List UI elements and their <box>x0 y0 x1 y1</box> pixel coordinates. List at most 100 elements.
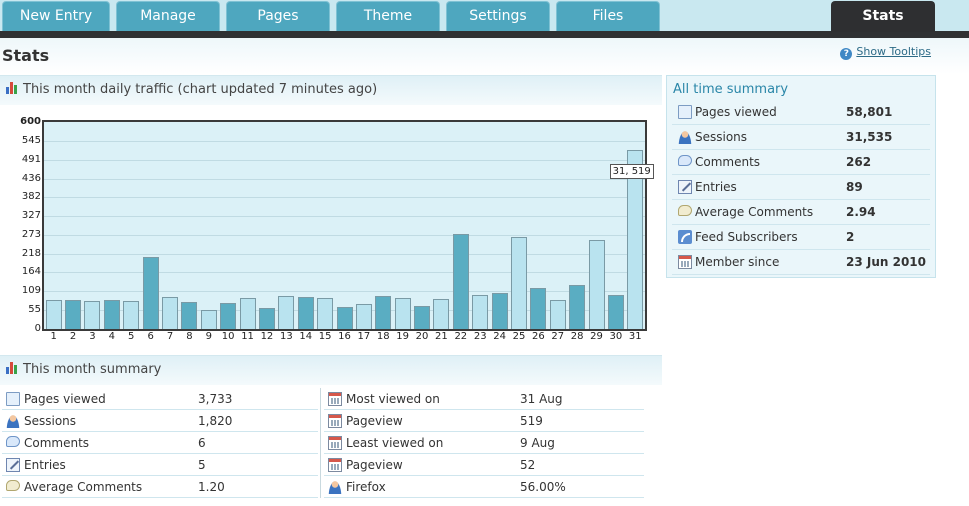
x-tick-label: 5 <box>128 331 135 342</box>
bar-day-26[interactable] <box>530 287 547 329</box>
bar-day-27[interactable] <box>549 299 566 329</box>
gridline <box>44 216 645 218</box>
bar-day-8[interactable] <box>181 302 198 329</box>
person-icon <box>678 130 692 144</box>
bar-day-16[interactable] <box>336 306 353 329</box>
y-tick-label: 327 <box>21 210 41 222</box>
gridline <box>44 234 645 236</box>
x-tick-label: 26 <box>531 331 545 342</box>
calendar-icon <box>328 414 342 428</box>
bar-day-28[interactable] <box>569 285 586 329</box>
bar-day-7[interactable] <box>162 297 179 329</box>
summary-row: Pageview 52 <box>324 454 644 476</box>
summary-label: Pageview <box>346 414 403 428</box>
summary-label: Entries <box>24 458 66 472</box>
bar-day-17[interactable] <box>355 303 372 329</box>
entry-icon <box>678 180 692 194</box>
bar-day-29[interactable] <box>588 240 605 329</box>
summary-value: 89 <box>846 180 863 194</box>
summary-label: Pages viewed <box>695 105 777 119</box>
summary-label: Sessions <box>24 414 77 428</box>
bar-day-24[interactable] <box>491 293 508 329</box>
tab-settings[interactable]: Settings <box>446 1 550 31</box>
tab-manage[interactable]: Manage <box>116 1 220 31</box>
x-tick-label: 18 <box>376 331 390 342</box>
bar-day-22[interactable] <box>452 233 469 329</box>
month-summary-panel: Pages viewed 3,733 Sessions 1,820 Comments 6 E… <box>0 388 662 500</box>
chart-tooltip: 31, 519 <box>609 163 654 179</box>
month-summary-title: This month summary <box>23 362 162 377</box>
bar-day-6[interactable] <box>142 256 159 329</box>
show-tooltips-link[interactable]: ? Show Tooltips <box>840 45 931 60</box>
x-tick-label: 4 <box>108 331 116 342</box>
summary-value: 1,820 <box>198 414 233 428</box>
x-tick-label: 6 <box>147 331 154 342</box>
bar-day-9[interactable] <box>200 309 217 329</box>
bar-day-23[interactable] <box>472 294 489 329</box>
summary-row: Average Comments 2.94 <box>672 200 930 225</box>
x-tick-label: 28 <box>570 331 584 342</box>
summary-row: Pageview 519 <box>324 410 644 432</box>
person-icon <box>328 480 342 494</box>
y-tick-label: 164 <box>21 266 41 278</box>
x-tick-label: 22 <box>454 331 468 342</box>
summary-value: 9 Aug <box>520 436 555 450</box>
bar-day-13[interactable] <box>278 295 295 329</box>
y-tick-label: 0 <box>34 323 41 334</box>
summary-label: Average Comments <box>24 480 143 494</box>
bar-day-12[interactable] <box>258 307 275 329</box>
gridline <box>44 253 645 255</box>
summary-value: 519 <box>520 414 543 428</box>
subheader <box>0 38 969 74</box>
bar-day-11[interactable] <box>239 297 256 329</box>
bar-day-5[interactable] <box>123 301 140 329</box>
x-tick-label: 1 <box>50 331 57 342</box>
bar-day-14[interactable] <box>297 297 314 329</box>
person-icon <box>6 414 20 428</box>
bar-day-25[interactable] <box>510 236 527 329</box>
traffic-panel-header: This month daily traffic (chart updated … <box>0 75 662 105</box>
summary-label: Least viewed on <box>346 436 444 450</box>
x-tick-label: 15 <box>318 331 332 342</box>
bar-day-15[interactable] <box>317 297 334 329</box>
bar-chart-icon <box>6 82 20 94</box>
bar-day-30[interactable] <box>607 295 624 329</box>
summary-row: Sessions 31,535 <box>672 125 930 150</box>
x-tick-label: 29 <box>590 331 603 342</box>
calendar-icon <box>328 392 342 406</box>
bar-day-18[interactable] <box>375 295 392 329</box>
tab-stats[interactable]: Stats <box>831 1 935 32</box>
feed-icon <box>678 230 692 244</box>
page-icon <box>678 105 692 119</box>
bar-day-2[interactable] <box>65 300 82 329</box>
bar-day-10[interactable] <box>220 303 237 329</box>
bar-day-3[interactable] <box>84 301 101 329</box>
gridline <box>44 272 645 274</box>
bar-day-4[interactable] <box>103 299 120 329</box>
comment-icon <box>6 436 20 447</box>
summary-row: Entries 5 <box>2 454 318 476</box>
month-summary-left: Pages viewed 3,733 Sessions 1,820 Comments 6 E… <box>2 388 318 498</box>
tab-pages[interactable]: Pages <box>226 1 330 31</box>
x-tick-label: 12 <box>260 331 274 342</box>
month-summary-right: Most viewed on 31 Aug Pageview 519 Least vie… <box>324 388 644 498</box>
x-tick-label: 8 <box>186 331 193 342</box>
gridline <box>44 291 645 293</box>
x-tick-label: 10 <box>221 331 235 342</box>
bar-day-21[interactable] <box>433 299 450 329</box>
y-tick-label: 382 <box>21 191 41 203</box>
nav-band <box>0 31 969 38</box>
y-tick-label: 491 <box>21 153 41 165</box>
summary-label: Entries <box>695 180 737 194</box>
x-tick-label: 16 <box>338 331 351 342</box>
tab-new-entry[interactable]: New Entry <box>2 1 110 31</box>
tab-theme[interactable]: Theme <box>336 1 440 31</box>
summary-row: Member since 23 Jun 2010 <box>672 250 930 275</box>
summary-value: 31 Aug <box>520 392 563 406</box>
bar-day-1[interactable] <box>45 300 62 329</box>
bar-day-20[interactable] <box>414 305 431 329</box>
average-comment-icon <box>6 480 20 491</box>
bar-day-19[interactable] <box>394 297 411 329</box>
tab-files[interactable]: Files <box>556 1 660 31</box>
top-nav: New Entry Manage Pages Theme Settings Fi… <box>0 0 969 38</box>
